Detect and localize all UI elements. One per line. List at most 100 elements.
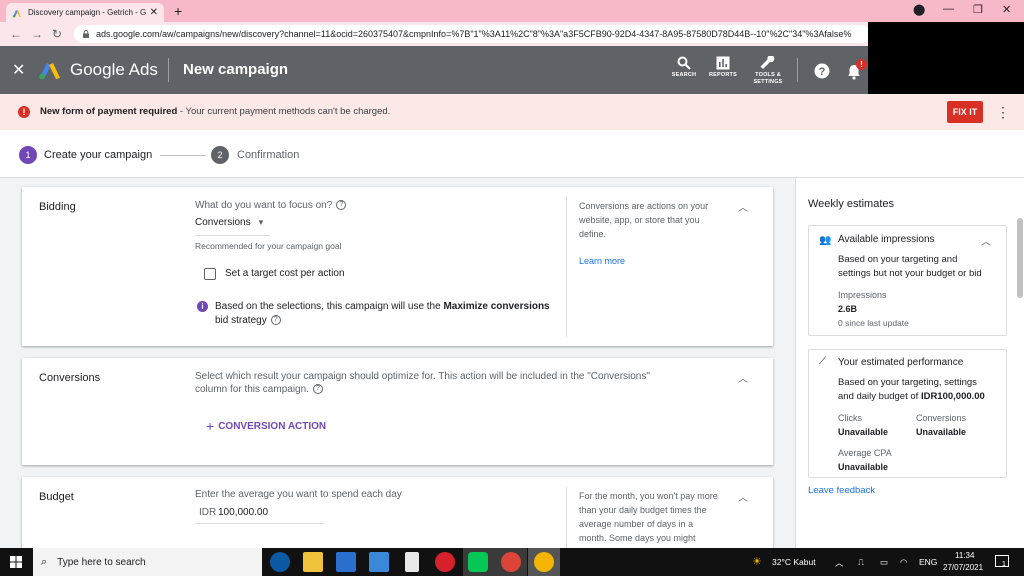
file-explorer-icon[interactable] bbox=[303, 552, 323, 572]
conversions-value: Unavailable bbox=[916, 427, 967, 437]
plus-icon: + bbox=[206, 418, 215, 434]
trend-icon: ⟋ bbox=[819, 356, 826, 367]
help-icon[interactable]: ? bbox=[336, 200, 347, 211]
wifi-icon[interactable]: ◠ bbox=[900, 557, 907, 568]
close-campaign-icon[interactable]: ✕ bbox=[12, 60, 25, 80]
conversions-help-line3: define. bbox=[579, 229, 607, 239]
focus-dropdown[interactable]: Conversions ▼ bbox=[195, 216, 270, 236]
notification-badge: ! bbox=[856, 59, 867, 70]
clock-time[interactable]: 11:34 bbox=[955, 551, 974, 560]
help-icon[interactable]: ? bbox=[312, 384, 323, 395]
add-conversion-action-button[interactable]: + CONVERSION ACTION bbox=[206, 418, 326, 434]
clock-date[interactable]: 27/07/2021 bbox=[943, 563, 983, 572]
search-button[interactable]: SEARCH bbox=[664, 56, 704, 79]
error-icon: ! bbox=[18, 106, 30, 118]
ads-header: ✕ Google Ads New campaign SEARCH REPORTS… bbox=[0, 46, 868, 94]
line-app-icon[interactable] bbox=[468, 552, 488, 572]
budget-input[interactable]: IDR 100,000.00 bbox=[195, 504, 324, 524]
weather-text[interactable]: 32°C Kabut bbox=[772, 557, 816, 567]
browser-tab[interactable]: Discovery campaign - Getrich - G ✕ bbox=[6, 3, 164, 22]
card-divider bbox=[566, 487, 567, 548]
notepad-icon[interactable] bbox=[405, 552, 419, 572]
bid-strategy-info: Based on the selections, this campaign w… bbox=[215, 301, 550, 326]
brand-name: Google Ads bbox=[70, 60, 158, 79]
mail-icon[interactable] bbox=[369, 552, 389, 572]
conversion-action-label: CONVERSION ACTION bbox=[218, 420, 327, 432]
taskbar-search-input[interactable]: ⌕ Type here to search bbox=[33, 548, 262, 576]
fix-it-button[interactable]: FIX IT bbox=[947, 101, 983, 123]
budget-prompt: Enter the average you want to spend each… bbox=[195, 489, 402, 500]
help-icon[interactable]: ? bbox=[270, 315, 281, 326]
reports-label: REPORTS bbox=[709, 72, 737, 78]
notification-count: 1 bbox=[1002, 561, 1006, 568]
collapse-chevron-icon[interactable]: ︿ bbox=[738, 489, 748, 504]
impressions-update: 0 since last update bbox=[838, 318, 909, 328]
network-tray-icon[interactable]: ⎍ bbox=[858, 557, 864, 568]
tools-settings-button[interactable]: TOOLS & SETTINGS bbox=[748, 56, 788, 86]
impressions-label: Impressions bbox=[838, 290, 887, 300]
more-options-icon[interactable]: ⋮ bbox=[996, 104, 1010, 121]
collapse-chevron-icon[interactable]: ︿ bbox=[981, 233, 991, 248]
windows-start-icon[interactable] bbox=[10, 556, 22, 568]
language-indicator[interactable]: ENG bbox=[919, 557, 937, 567]
conversions-card: Conversions Select which result your cam… bbox=[22, 358, 773, 465]
header-divider bbox=[168, 58, 169, 82]
focus-selected: Conversions bbox=[195, 217, 251, 228]
windows-taskbar: ⌕ Type here to search ☀ 32°C Kabut ︿ ⎍ ▭… bbox=[0, 548, 1024, 576]
forward-icon[interactable]: → bbox=[31, 27, 43, 41]
payment-banner: ! New form of payment required - Your cu… bbox=[0, 94, 1024, 130]
sidebar-scrollbar[interactable] bbox=[1017, 218, 1023, 298]
campaign-stepper bbox=[0, 130, 1024, 178]
tools-label-line1: TOOLS & bbox=[755, 72, 781, 78]
impressions-value: 2.6B bbox=[838, 304, 858, 314]
window-close-icon[interactable]: ✕ bbox=[1002, 3, 1011, 16]
tab-title: Discovery campaign - Getrich - G bbox=[28, 8, 146, 17]
weather-icon: ☀ bbox=[752, 556, 762, 568]
restore-icon[interactable]: ❐ bbox=[973, 3, 983, 16]
performance-desc-line2: and daily budget of IDR100,000.00 bbox=[838, 391, 985, 402]
profile-dropdown-icon[interactable]: ⬤ bbox=[913, 3, 925, 16]
back-icon[interactable]: ← bbox=[10, 27, 22, 41]
chrome-profile-icon[interactable] bbox=[534, 552, 554, 572]
learn-more-link[interactable]: Learn more bbox=[579, 254, 625, 268]
browser-tab-strip: Discovery campaign - Getrich - G ✕ + ⬤ —… bbox=[0, 0, 1024, 22]
conversions-desc-line2: column for this campaign.? bbox=[195, 383, 323, 397]
target-cpa-checkbox[interactable] bbox=[204, 268, 216, 280]
minimize-icon[interactable]: — bbox=[943, 3, 954, 15]
notification-center-icon[interactable]: 1 bbox=[995, 555, 1009, 568]
step-2-label[interactable]: Confirmation bbox=[237, 149, 299, 161]
url-input[interactable]: ads.google.com/aw/campaigns/new/discover… bbox=[74, 25, 870, 43]
average-cpa-value: Unavailable bbox=[838, 462, 889, 472]
chrome-icon[interactable] bbox=[501, 552, 521, 572]
impressions-desc-line1: Based on your targeting and bbox=[838, 254, 958, 265]
reload-icon[interactable]: ↻ bbox=[52, 27, 62, 41]
conversions-help-line1: Conversions are actions on your bbox=[579, 201, 709, 211]
reports-button[interactable]: REPORTS bbox=[703, 56, 743, 79]
help-icon[interactable]: ? bbox=[814, 63, 830, 79]
impressions-card-title: Available impressions bbox=[838, 234, 935, 245]
tools-label-line2: SETTINGS bbox=[753, 79, 783, 85]
conversions-title: Conversions bbox=[39, 372, 101, 384]
bidding-question: What do you want to focus on?? bbox=[195, 199, 347, 213]
redacted-area bbox=[868, 22, 1024, 46]
impressions-desc-line2: settings but not your budget or bid bbox=[838, 268, 982, 279]
store-icon[interactable] bbox=[336, 552, 356, 572]
step-1-label[interactable]: Create your campaign bbox=[44, 149, 152, 161]
notifications-button[interactable]: ! bbox=[846, 59, 867, 82]
budget-help-line2: than your daily budget times the bbox=[579, 505, 707, 515]
header-divider-right bbox=[797, 58, 798, 82]
tray-chevron-icon[interactable]: ︿ bbox=[835, 557, 844, 569]
target-cpa-label: Set a target cost per action bbox=[225, 268, 345, 279]
collapse-chevron-icon[interactable]: ︿ bbox=[738, 199, 748, 214]
edge-icon[interactable] bbox=[270, 552, 290, 572]
clicks-value: Unavailable bbox=[838, 427, 889, 437]
opera-icon[interactable] bbox=[435, 552, 455, 572]
battery-icon[interactable]: ▭ bbox=[880, 557, 888, 568]
card-divider bbox=[566, 197, 567, 337]
tab-close-icon[interactable]: ✕ bbox=[150, 7, 158, 18]
new-tab-icon[interactable]: + bbox=[174, 3, 182, 19]
collapse-chevron-icon[interactable]: ︿ bbox=[738, 370, 748, 385]
page-title: New campaign bbox=[183, 61, 289, 78]
step-2-number: 2 bbox=[211, 146, 229, 164]
leave-feedback-link[interactable]: Leave feedback bbox=[808, 484, 875, 498]
